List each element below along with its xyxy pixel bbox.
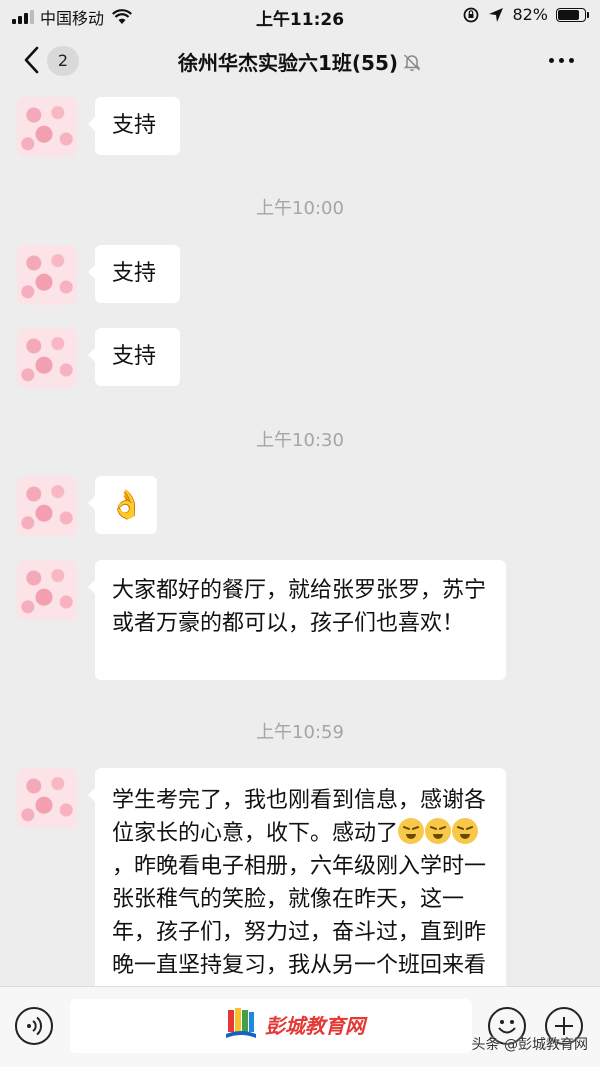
message-text: 支持 [112, 344, 157, 369]
sender-avatar[interactable] [17, 476, 77, 536]
message-input[interactable]: 彭城教育网 [70, 999, 472, 1053]
battery-icon [556, 7, 589, 22]
chat-input-bar: 彭城教育网 [0, 986, 600, 1067]
status-bar: 中国移动 上午11:26 82% [0, 0, 600, 30]
message-text: 支持 [112, 261, 157, 286]
message-timestamp: 上午10:59 [256, 722, 344, 743]
message-timestamp: 上午10:30 [256, 430, 344, 451]
message-timestamp: 上午10:00 [256, 198, 344, 219]
message-bubble[interactable]: 支持 [88, 245, 180, 303]
crying-laughing-face-icon-group [398, 818, 479, 846]
message-text: 大家都好的餐厅，就给张罗张罗，苏宁或者万豪的都可以，孩子们也喜欢！ [112, 578, 487, 636]
sender-avatar[interactable] [17, 768, 77, 828]
book-logo-icon [226, 1008, 256, 1038]
crying-laughing-face-icon [452, 818, 479, 844]
sender-avatar[interactable] [17, 328, 77, 388]
mute-bell-icon [403, 54, 421, 72]
chat-title-wrap: 徐州华杰实验六1班(55) [0, 47, 600, 76]
source-watermark: 头条 @彭城教育网 [471, 1037, 588, 1053]
site-watermark-text: 彭城教育网 [265, 1013, 365, 1038]
site-watermark-logo: 彭城教育网 [225, 1006, 365, 1042]
status-right: 82% [462, 5, 589, 24]
ok-hand-icon: 👌 [109, 488, 144, 521]
location-arrow-icon [489, 7, 504, 22]
crying-laughing-face-icon [425, 818, 452, 844]
sender-avatar[interactable] [17, 560, 77, 620]
battery-level-fill [558, 9, 579, 20]
chat-title: 徐州华杰实验六1班(55) [177, 51, 399, 75]
message-bubble[interactable]: 支持 [88, 97, 180, 155]
crying-laughing-face-icon [398, 818, 425, 844]
chat-header: 2 徐州华杰实验六1班(55) [0, 30, 600, 92]
battery-percent: 82% [512, 5, 548, 24]
sender-avatar[interactable] [17, 97, 77, 157]
voice-icon[interactable] [15, 1007, 53, 1045]
sender-avatar[interactable] [17, 245, 77, 305]
message-bubble[interactable]: 支持 [88, 328, 180, 386]
message-bubble[interactable]: 👌 [88, 476, 157, 534]
rotation-lock-icon [464, 7, 479, 22]
more-dots-icon[interactable] [549, 58, 574, 63]
message-text: 支持 [112, 113, 157, 138]
message-bubble[interactable]: 大家都好的餐厅，就给张罗张罗，苏宁或者万豪的都可以，孩子们也喜欢！ [88, 560, 506, 680]
